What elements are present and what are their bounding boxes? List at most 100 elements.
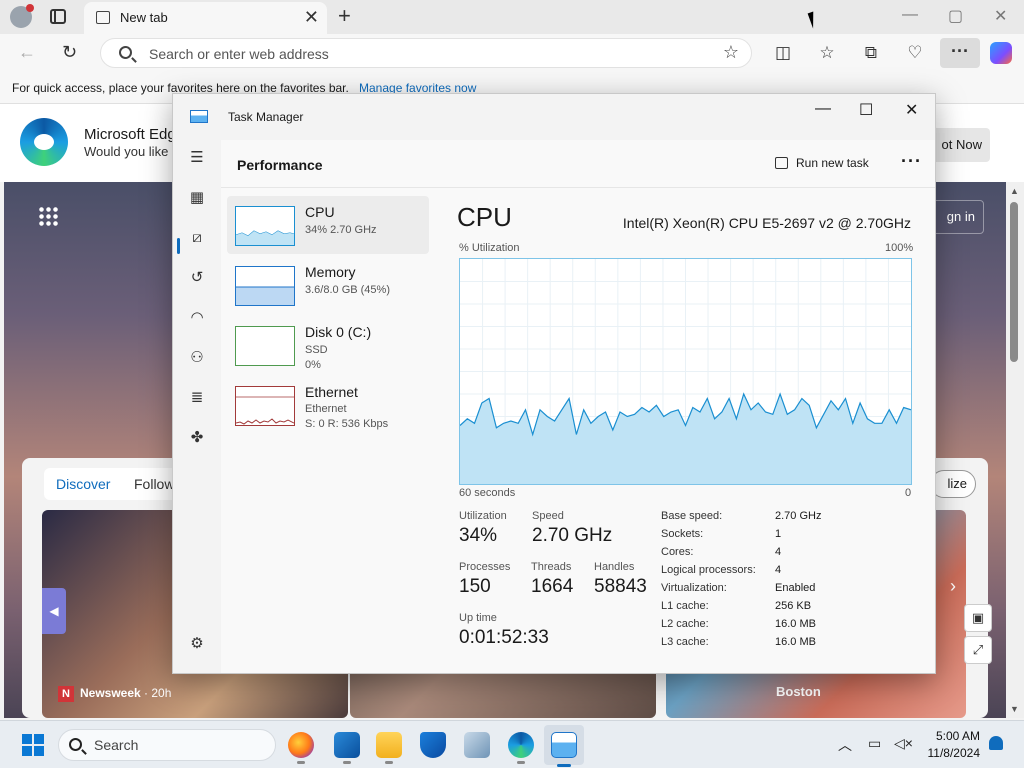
speed-value: 2.70 GHz xyxy=(532,525,613,546)
spec-value: 16.0 MB xyxy=(775,618,816,630)
performance-icon[interactable]: ⧄ xyxy=(187,228,207,248)
run-new-task-label: Run new task xyxy=(796,156,869,170)
perf-item-name: Ethernet xyxy=(305,384,358,400)
task-manager-app-icon xyxy=(190,110,208,123)
network-icon[interactable]: ▭ xyxy=(868,735,881,752)
personalize-button[interactable]: lize xyxy=(930,470,976,498)
tab-following[interactable]: Follow xyxy=(134,476,174,492)
back-button[interactable]: ← xyxy=(18,42,36,63)
perf-item-name: Disk 0 (C:) xyxy=(305,324,372,340)
clock-date[interactable]: 11/8/2024 xyxy=(920,746,981,760)
scroll-up-arrow-icon[interactable]: ▲ xyxy=(1010,186,1019,196)
settings-and-more-button[interactable]: ··· xyxy=(940,38,980,68)
favorites-icon[interactable]: ☆ xyxy=(816,42,838,64)
firefox-icon[interactable] xyxy=(288,732,314,764)
settings-gear-icon[interactable]: ⚙ xyxy=(187,634,207,654)
spec-label: Virtualization: xyxy=(661,582,727,594)
task-manager-taskbar-icon[interactable] xyxy=(551,732,577,767)
tab-discover[interactable]: Discover xyxy=(56,476,110,492)
processes-value: 150 xyxy=(459,576,491,597)
perf-item-name: CPU xyxy=(305,204,335,220)
perf-item-memory[interactable]: Memory 3.6/8.0 GB (45%) xyxy=(227,256,429,314)
edge-taskbar-icon[interactable] xyxy=(508,732,534,764)
spec-value: 4 xyxy=(775,546,782,558)
split-screen-icon[interactable]: ◫ xyxy=(772,42,794,64)
browser-close-button[interactable]: ✕ xyxy=(994,6,1007,26)
search-icon xyxy=(119,46,132,59)
address-input[interactable]: Search or enter web address xyxy=(149,46,329,62)
performance-resource-list: CPU 34% 2.70 GHz Memory 3.6/8.0 GB (45%)… xyxy=(221,188,431,673)
axis-max-label: 100% xyxy=(885,242,914,254)
handles-value: 58843 xyxy=(594,576,647,597)
tm-maximize-button[interactable]: ☐ xyxy=(859,100,873,120)
puzzle-app-icon[interactable] xyxy=(334,732,360,764)
new-tab-button[interactable]: + xyxy=(338,3,351,29)
news-source: N Newsweek · 20h xyxy=(58,686,171,702)
perf-item-cpu[interactable]: CPU 34% 2.70 GHz xyxy=(227,196,429,254)
perf-item-ethernet[interactable]: Ethernet Ethernet S: 0 R: 536 Kbps xyxy=(227,382,429,440)
expand-icon[interactable]: ⤢ xyxy=(964,636,992,664)
run-new-task-button[interactable]: Run new task xyxy=(775,156,869,170)
carousel-previous-icon[interactable]: ◀ xyxy=(42,588,66,634)
running-indicator xyxy=(343,761,351,764)
browser-essentials-icon[interactable]: ♡ xyxy=(904,42,926,64)
processes-icon[interactable]: ▦ xyxy=(187,188,207,208)
task-manager-titlebar[interactable]: Task Manager — ☐ ✕ xyxy=(173,94,935,140)
page-scrollbar[interactable]: ▲ ▼ xyxy=(1006,182,1024,718)
news-source-name: Newsweek xyxy=(80,686,141,701)
browser-restore-button[interactable]: ▢ xyxy=(948,6,963,26)
app-history-icon[interactable]: ↺ xyxy=(187,268,207,288)
copilot-icon[interactable] xyxy=(990,42,1012,64)
spec-value: 16.0 MB xyxy=(775,636,816,648)
spec-label: Logical processors: xyxy=(661,564,756,576)
hamburger-menu-icon[interactable]: ☰ xyxy=(187,148,207,168)
perf-item-detail: 34% 2.70 GHz xyxy=(305,224,377,236)
news-age: · 20h xyxy=(144,686,172,701)
tab-title: New tab xyxy=(120,10,168,25)
browser-minimize-button[interactable]: — xyxy=(902,6,918,24)
newsweek-logo-icon: N xyxy=(58,686,74,702)
perf-item-disk[interactable]: Disk 0 (C:) SSD 0% xyxy=(227,316,429,374)
active-indicator xyxy=(557,764,571,767)
memory-sparkline xyxy=(235,266,295,306)
clock-time[interactable]: 5:00 AM xyxy=(930,729,980,743)
add-favorite-star-icon[interactable]: ☆ xyxy=(723,42,739,63)
installer-app-icon[interactable] xyxy=(464,732,490,758)
details-icon[interactable]: ≣ xyxy=(187,388,207,408)
scroll-down-arrow-icon[interactable]: ▼ xyxy=(1010,704,1019,714)
security-shield-icon[interactable] xyxy=(420,732,446,758)
sign-in-button[interactable]: gn in xyxy=(928,200,984,234)
browser-toolbar: ← ↻ Search or enter web address ☆ ◫ ☆ ⧉ … xyxy=(0,34,1024,72)
refresh-button[interactable]: ↻ xyxy=(62,42,77,63)
notification-bell-icon[interactable] xyxy=(989,736,1003,750)
services-icon[interactable]: ✤ xyxy=(187,428,207,448)
spec-value: 2.70 GHz xyxy=(775,510,822,522)
tab-actions-icon[interactable] xyxy=(50,9,66,24)
taskbar-search-box[interactable]: Search xyxy=(58,729,276,761)
address-bar[interactable]: Search or enter web address ☆ xyxy=(100,38,752,68)
volume-muted-icon[interactable]: ◁× xyxy=(894,735,913,752)
tm-close-button[interactable]: ✕ xyxy=(905,100,918,120)
profile-avatar-icon[interactable] xyxy=(10,4,34,28)
tab-close-button[interactable]: ✕ xyxy=(304,7,319,28)
perf-item-detail: Ethernet xyxy=(305,403,347,415)
users-icon[interactable]: ⚇ xyxy=(187,348,207,368)
startup-apps-icon[interactable]: ◠ xyxy=(187,308,207,328)
disk-sparkline xyxy=(235,326,295,366)
tab-new-tab[interactable]: New tab ✕ xyxy=(84,2,327,34)
file-explorer-icon[interactable] xyxy=(376,732,402,764)
show-hidden-icons-chevron-icon[interactable]: ︿ xyxy=(838,735,852,755)
page-background-icon[interactable]: ▣ xyxy=(964,604,992,632)
processes-label: Processes xyxy=(459,561,511,573)
more-options-button[interactable]: ··· xyxy=(901,151,922,172)
ethernet-sparkline xyxy=(235,386,295,426)
carousel-next-icon[interactable]: › xyxy=(950,576,956,597)
apps-launcher-icon[interactable] xyxy=(38,206,58,226)
tm-minimize-button[interactable]: — xyxy=(815,100,831,118)
uptime-value: 0:01:52:33 xyxy=(459,627,549,648)
collections-icon[interactable]: ⧉ xyxy=(860,42,882,64)
start-windows-icon[interactable] xyxy=(22,734,44,756)
time-axis-label: 60 seconds xyxy=(459,487,516,499)
scrollbar-thumb[interactable] xyxy=(1010,202,1018,362)
spec-value: 1 xyxy=(775,528,782,540)
